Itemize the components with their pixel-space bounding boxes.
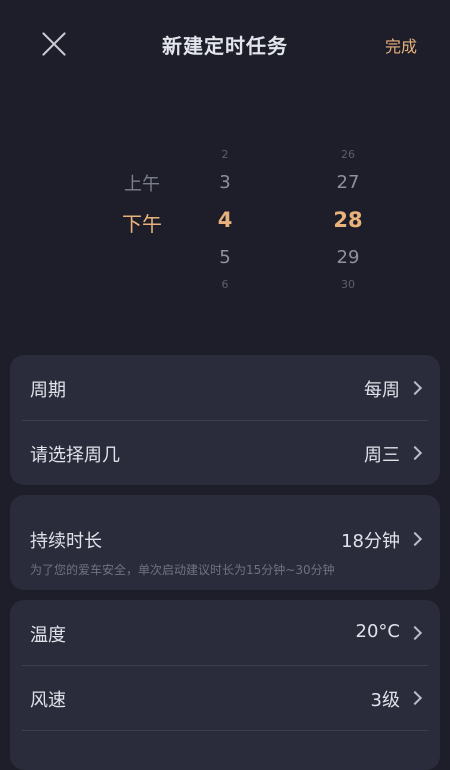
weekday-value: 周三 (364, 445, 400, 466)
ampm-option-selected[interactable]: 下午 (102, 208, 182, 237)
page-title: 新建定时任务 (162, 34, 288, 58)
minute-option-selected[interactable]: 28 (318, 208, 378, 232)
minute-option[interactable]: 30 (318, 278, 378, 291)
duration-value: 18分钟 (341, 531, 400, 552)
done-button[interactable]: 完成 (385, 33, 417, 57)
hour-option[interactable]: 2 (195, 148, 255, 161)
duration-label: 持续时长 (30, 531, 102, 552)
minute-option[interactable]: 26 (318, 148, 378, 161)
fan-speed-row[interactable]: 风速 3级 (10, 666, 440, 730)
hour-option[interactable]: 3 (195, 172, 255, 193)
ampm-option-am[interactable]: 上午 (102, 170, 182, 196)
duration-row[interactable]: 持续时长 18分钟 为了您的爱车安全，单次启动建议时长为15分钟~30分钟 (10, 495, 440, 590)
weekday-label: 请选择周几 (30, 445, 120, 466)
chevron-right-icon (407, 690, 423, 706)
chevron-right-icon (407, 531, 423, 547)
duration-hint: 为了您的爱车安全，单次启动建议时长为15分钟~30分钟 (30, 563, 335, 577)
hour-option-selected[interactable]: 4 (195, 208, 255, 232)
time-picker[interactable]: 上午 下午 2 3 4 5 6 26 27 28 29 30 (0, 140, 450, 300)
chevron-right-icon (407, 625, 423, 641)
duration-card: 持续时长 18分钟 为了您的爱车安全，单次启动建议时长为15分钟~30分钟 (10, 495, 440, 590)
fan-speed-label: 风速 (30, 690, 66, 711)
minute-option[interactable]: 27 (318, 172, 378, 193)
temperature-value: 20°C (355, 621, 400, 642)
climate-card: 温度 20°C 风速 3级 (10, 600, 440, 770)
divider (22, 730, 428, 731)
weekday-row[interactable]: 请选择周几 周三 (10, 421, 440, 485)
header-bar: 新建定时任务 完成 (0, 0, 450, 88)
hour-option[interactable]: 5 (195, 247, 255, 268)
hour-option[interactable]: 6 (195, 278, 255, 291)
schedule-card: 周期 每周 请选择周几 周三 (10, 355, 440, 485)
fan-speed-value: 3级 (370, 690, 400, 711)
chevron-right-icon (407, 445, 423, 461)
temperature-label: 温度 (30, 625, 66, 646)
cycle-value: 每周 (364, 380, 400, 401)
chevron-right-icon (407, 380, 423, 396)
minute-option[interactable]: 29 (318, 247, 378, 268)
cycle-label: 周期 (30, 380, 66, 401)
cycle-row[interactable]: 周期 每周 (10, 355, 440, 420)
temperature-row[interactable]: 温度 20°C (10, 600, 440, 665)
